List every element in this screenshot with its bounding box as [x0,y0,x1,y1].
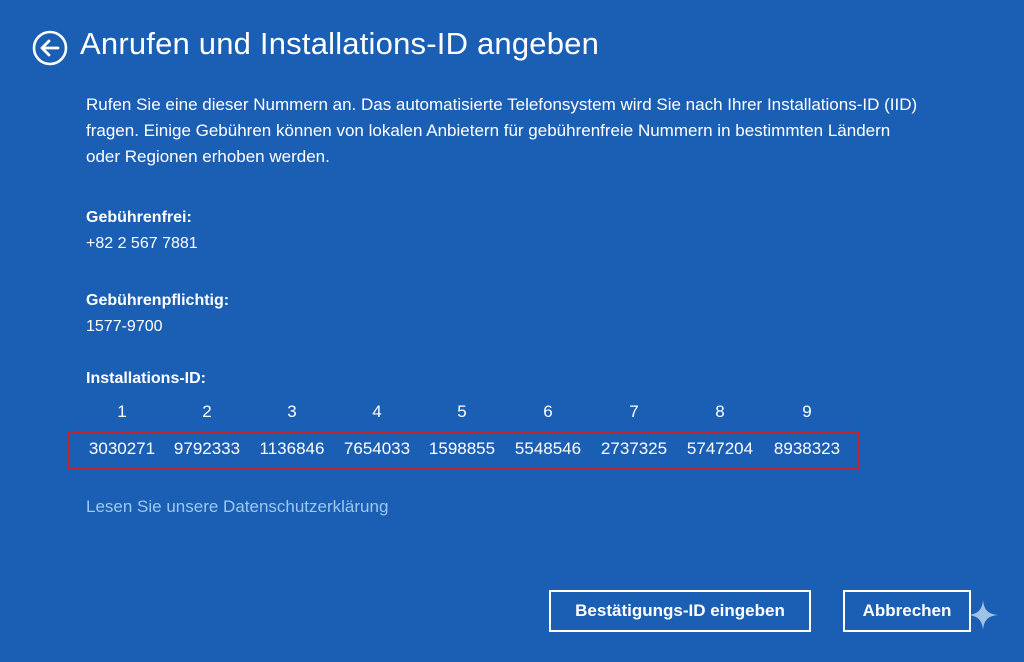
toll-label: Gebührenpflichtig: [86,292,230,309]
id-column-number: 3 [287,402,297,421]
id-column-number: 9 [802,402,812,421]
toll-free-number: +82 2 567 7881 [86,235,198,252]
sparkle-icon [968,600,998,630]
id-column-number: 1 [117,402,127,421]
page-title: Anrufen und Installations-ID angeben [80,26,600,61]
intro-text: Rufen Sie eine dieser Nummern an. Das au… [86,95,918,166]
toll-number: 1577-9700 [86,318,163,335]
id-column-number: 8 [715,402,725,421]
back-arrow-circle-icon[interactable] [32,30,68,66]
toll-free-label: Gebührenfrei: [86,209,192,226]
id-column-number: 4 [372,402,382,421]
id-column-number: 2 [202,402,212,421]
id-column-number: 5 [457,402,467,421]
id-column-number: 7 [629,402,639,421]
enter-confirmation-id-button[interactable]: Bestätigungs-ID eingeben [549,590,811,632]
privacy-statement-link[interactable]: Lesen Sie unsere Datenschutzerklärung [86,497,388,517]
installation-id-highlight-box [68,431,860,469]
installation-id-label: Installations-ID: [86,370,207,387]
cancel-button[interactable]: Abbrechen [843,590,971,632]
id-column-number: 6 [543,402,553,421]
